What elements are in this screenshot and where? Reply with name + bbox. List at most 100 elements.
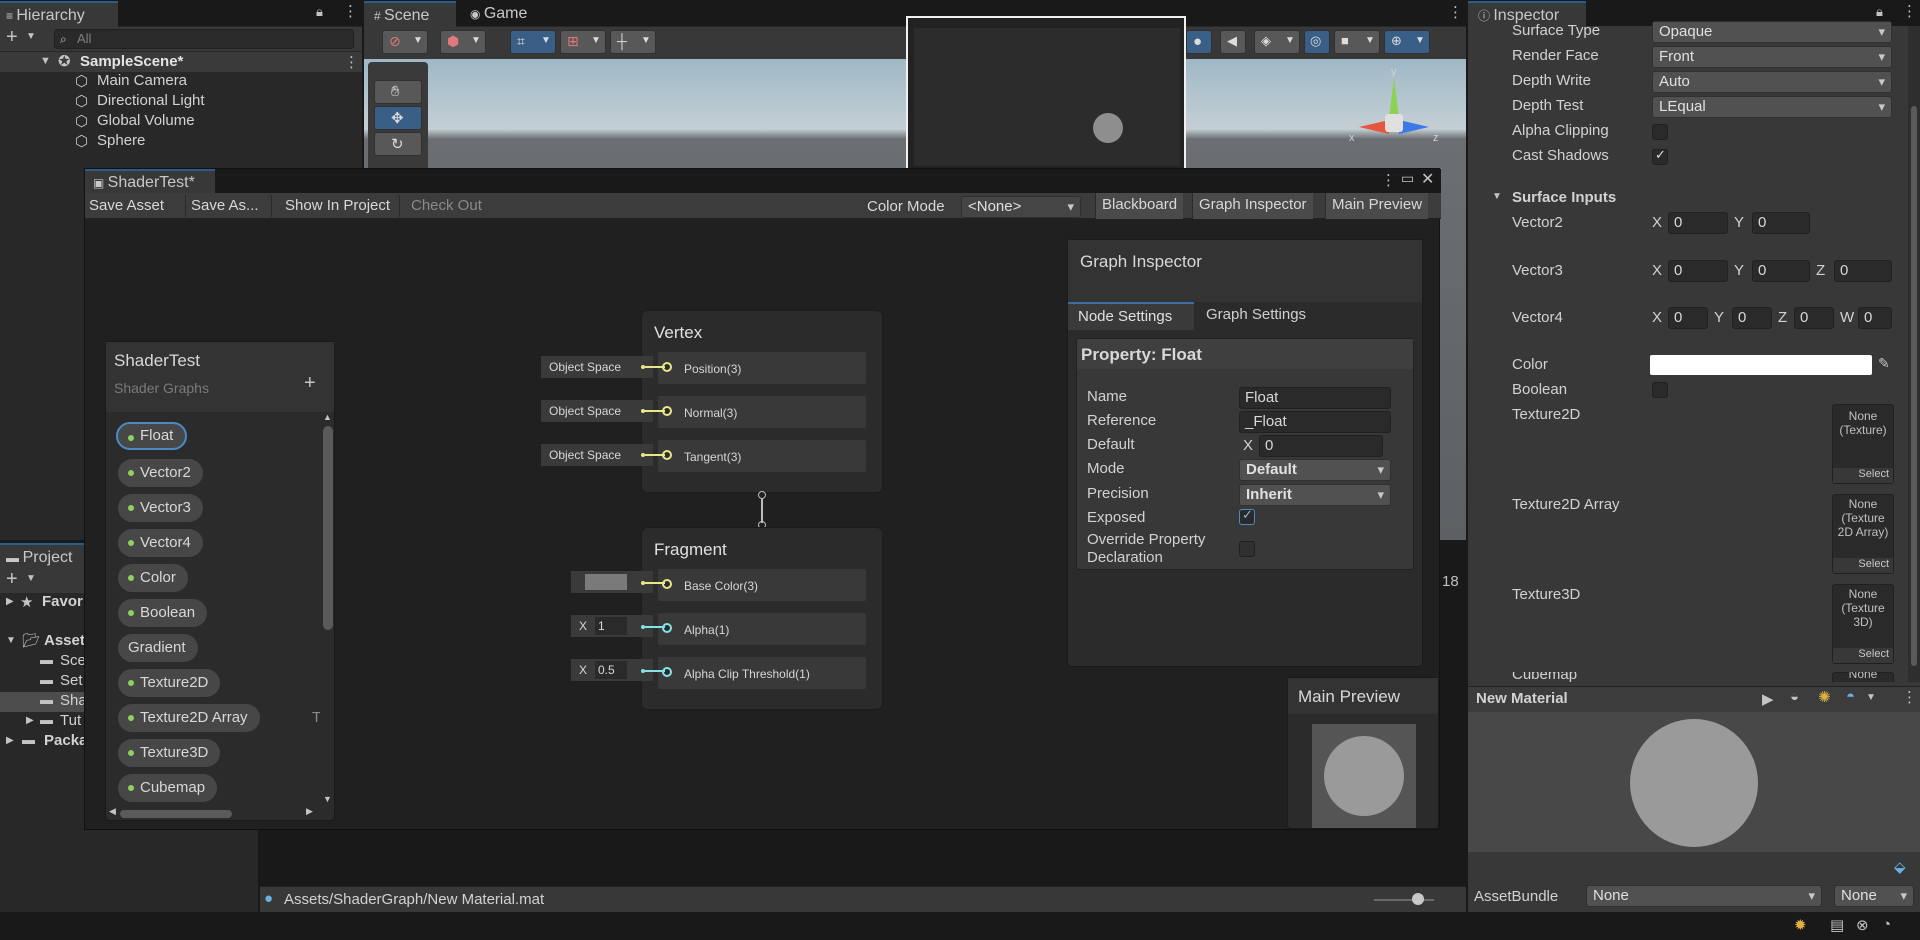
snap-increment-button[interactable]: ⊞ ▼: [560, 30, 606, 54]
hierarchy-item[interactable]: Global Volume: [97, 112, 195, 129]
status-ok-icon[interactable]: ◔: [1882, 916, 1891, 933]
name-field[interactable]: Float: [1239, 387, 1391, 409]
hierarchy-item[interactable]: Sphere: [97, 132, 145, 149]
override-checkbox[interactable]: [1239, 541, 1255, 557]
play-icon[interactable]: ▶: [1762, 690, 1774, 708]
vector2-x-field[interactable]: 0: [1668, 212, 1728, 234]
property-gradient[interactable]: Gradient: [118, 634, 198, 662]
kebab-menu-icon[interactable]: ⋮: [1448, 3, 1463, 21]
surface-inputs-header[interactable]: Surface Inputs: [1512, 189, 1616, 206]
skybox-icon[interactable]: ◓: [1846, 688, 1855, 705]
scroll-down-icon[interactable]: ▼: [323, 794, 332, 804]
precision-dropdown[interactable]: Inherit: [1239, 484, 1391, 506]
color-swatch[interactable]: [1650, 355, 1872, 375]
collapse-arrow-icon[interactable]: ▼: [1492, 191, 1502, 202]
reference-field[interactable]: _Float: [1239, 411, 1391, 433]
inspector-scrollbar-thumb[interactable]: [1911, 106, 1917, 666]
hierarchy-search-input[interactable]: ⌕ All: [54, 29, 354, 49]
scroll-left-icon[interactable]: ◀: [109, 806, 116, 817]
expand-arrow-icon[interactable]: ▶: [6, 596, 14, 607]
vector3-y-field[interactable]: 0: [1752, 260, 1810, 282]
tag-icon[interactable]: ⬙: [1894, 858, 1906, 876]
main-preview-toggle[interactable]: Main Preview: [1325, 193, 1429, 219]
tab-game[interactable]: ◉ Game: [460, 1, 540, 27]
property-float[interactable]: Float: [116, 422, 188, 450]
texture2d-select-button[interactable]: Select: [1833, 468, 1893, 483]
vector4-z-field[interactable]: 0: [1794, 307, 1834, 329]
light-icon[interactable]: ✺: [1818, 688, 1831, 706]
add-icon[interactable]: +: [6, 26, 18, 49]
orientation-gizmo[interactable]: y x z: [1349, 66, 1439, 160]
texture2d-array-select-button[interactable]: Select: [1833, 558, 1893, 573]
cache-icon[interactable]: ▤: [1830, 916, 1844, 934]
blackboard-hscrollbar[interactable]: ◀ ▶: [106, 806, 320, 820]
chevron-down-icon[interactable]: ▼: [26, 31, 36, 42]
vector3-x-field[interactable]: 0: [1668, 260, 1728, 282]
chevron-down-icon[interactable]: ▼: [1866, 692, 1876, 703]
alpha-port[interactable]: [662, 623, 672, 633]
ruler-button[interactable]: ┼ ▼: [610, 30, 656, 54]
cubemap-slot[interactable]: None: [1832, 672, 1894, 682]
depth-test-dropdown[interactable]: LEqual: [1652, 96, 1892, 118]
blackboard-toggle[interactable]: Blackboard: [1095, 193, 1184, 219]
alpha-clip-port[interactable]: [662, 667, 672, 677]
hierarchy-tab[interactable]: ≡ Hierarchy: [0, 1, 118, 27]
kebab-menu-icon[interactable]: ⋮: [1381, 171, 1396, 189]
folder-item[interactable]: Sce: [60, 652, 86, 669]
add-icon[interactable]: +: [6, 568, 18, 591]
base-color-port[interactable]: [662, 579, 672, 589]
assetbundle-dropdown[interactable]: None: [1586, 885, 1822, 907]
hierarchy-item[interactable]: Main Camera: [97, 72, 187, 89]
texture2d-array-slot[interactable]: None (Texture 2D Array) Select: [1832, 494, 1894, 574]
zoom-slider-track[interactable]: [1374, 899, 1434, 901]
favorites-label[interactable]: Favor: [42, 593, 83, 610]
save-asset-button[interactable]: Save Asset: [89, 197, 164, 214]
tab-scene[interactable]: # Scene: [364, 1, 456, 27]
folder-item[interactable]: Set: [60, 672, 83, 689]
alpha-clip-value-field[interactable]: 0.5: [595, 661, 627, 679]
scroll-right-icon[interactable]: ▶: [306, 806, 313, 817]
scene-menu-icon[interactable]: ⋮: [344, 53, 359, 71]
chevron-down-icon[interactable]: ▼: [26, 573, 36, 584]
mode-dropdown[interactable]: Default: [1239, 459, 1391, 481]
assets-label[interactable]: Asset: [44, 632, 85, 649]
draw-mode-button[interactable]: ⊘ ▼: [382, 30, 428, 54]
property-boolean[interactable]: Boolean: [118, 599, 208, 627]
scroll-up-icon[interactable]: ▲: [323, 412, 332, 422]
close-icon[interactable]: ✕: [1421, 169, 1434, 189]
property-vector4[interactable]: Vector4: [118, 529, 203, 557]
lighting-toggle[interactable]: ●: [1186, 30, 1212, 54]
expand-arrow-icon[interactable]: ▶: [6, 735, 14, 746]
tab-node-settings[interactable]: Node Settings: [1068, 302, 1194, 330]
tangent-input[interactable]: Object Space: [541, 444, 653, 466]
default-field[interactable]: 0: [1259, 435, 1383, 457]
visibility-toggle[interactable]: ◎: [1304, 30, 1330, 54]
hierarchy-item[interactable]: Directional Light: [97, 92, 205, 109]
save-as-button[interactable]: Save As...: [191, 197, 259, 214]
kebab-menu-icon[interactable]: ⋮: [1902, 2, 1917, 20]
position-input[interactable]: Object Space: [541, 356, 653, 378]
network-icon[interactable]: ⊗: [1856, 916, 1869, 934]
property-texture3d[interactable]: Texture3D: [118, 739, 221, 767]
property-vector3[interactable]: Vector3: [118, 494, 203, 522]
property-texture2d[interactable]: Texture2D: [118, 669, 221, 697]
assetbundle-variant-dropdown[interactable]: None: [1834, 885, 1914, 907]
exposed-checkbox[interactable]: ✓: [1239, 507, 1255, 525]
expand-arrow-icon[interactable]: ▼: [40, 55, 51, 67]
light-bake-icon[interactable]: ✹: [1794, 916, 1807, 934]
graph-inspector-toggle[interactable]: Graph Inspector: [1192, 193, 1313, 219]
vertex-node[interactable]: Vertex Position(3) Normal(3) Tangent(3): [641, 310, 883, 493]
property-texture2d-array[interactable]: Texture2D Array: [118, 704, 260, 732]
texture3d-select-button[interactable]: Select: [1833, 648, 1893, 663]
hand-tool-button[interactable]: ✋︎: [374, 80, 422, 104]
alpha-clipping-checkbox[interactable]: [1652, 124, 1668, 140]
alpha-value-field[interactable]: 1: [595, 617, 627, 635]
blackboard-vscrollbar[interactable]: ▲ ▼: [320, 412, 334, 808]
zoom-slider-thumb[interactable]: [1412, 893, 1424, 905]
vector3-z-field[interactable]: 0: [1834, 260, 1892, 282]
show-in-project-button[interactable]: Show In Project: [285, 197, 390, 214]
maximize-icon[interactable]: ▭: [1401, 170, 1414, 187]
fragment-node[interactable]: Fragment Base Color(3) Alpha(1) Alpha Cl…: [641, 527, 883, 710]
move-tool-button[interactable]: ✥: [374, 106, 422, 130]
property-cubemap[interactable]: Cubemap: [118, 774, 218, 802]
